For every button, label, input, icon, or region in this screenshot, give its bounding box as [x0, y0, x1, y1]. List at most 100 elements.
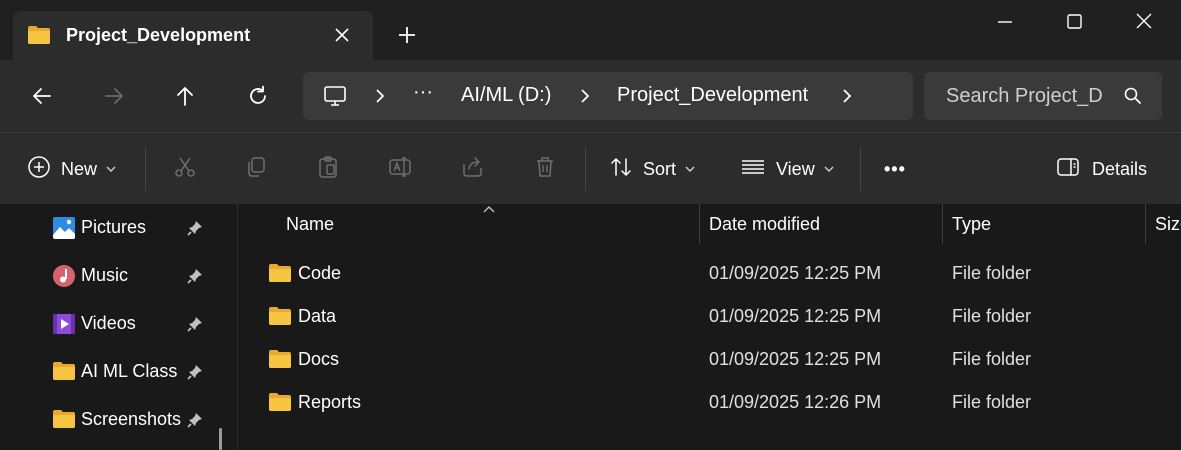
toolbar-divider	[145, 147, 146, 191]
sort-icon	[609, 155, 633, 184]
details-button[interactable]: Details	[1056, 133, 1147, 205]
sidebar-item-ai-ml-class[interactable]: AI ML Class	[0, 348, 236, 396]
sort-label: Sort	[643, 158, 677, 179]
pin-icon[interactable]	[186, 363, 204, 381]
file-name: Code	[298, 263, 342, 283]
pin-icon[interactable]	[186, 411, 204, 429]
close-tab-icon[interactable]	[331, 24, 353, 46]
column-header-date-modified[interactable]: Date modified	[709, 204, 820, 244]
sidebar-item-label: Music	[81, 265, 129, 285]
videos-icon	[52, 312, 76, 336]
clipboard-icon	[316, 155, 340, 184]
folder-icon	[52, 360, 76, 384]
trash-icon	[533, 155, 557, 184]
cut-button[interactable]	[173, 133, 197, 205]
sidebar-item-pictures[interactable]: Pictures	[0, 204, 236, 252]
new-button[interactable]: New	[27, 133, 117, 205]
chevron-right-icon[interactable]	[578, 86, 592, 111]
plus-icon[interactable]	[396, 24, 418, 46]
chevron-down-icon	[105, 160, 117, 178]
column-divider[interactable]	[699, 204, 700, 244]
file-type: File folder	[952, 349, 1032, 369]
close-window-icon[interactable]	[1130, 10, 1158, 34]
sidebar-item-label: AI ML Class	[81, 361, 178, 381]
search-icon[interactable]	[1123, 86, 1143, 111]
music-icon	[52, 264, 76, 288]
add-circle-icon	[27, 155, 51, 184]
title-bar: Project_Development	[0, 0, 1181, 60]
table-row[interactable]: Reports 01/09/2025 12:26 PM File folder	[238, 382, 1181, 425]
toolbar-divider	[585, 147, 586, 191]
file-name: Reports	[298, 392, 362, 412]
forward-arrow-icon[interactable]	[102, 84, 126, 108]
share-icon	[461, 155, 485, 184]
tab-project-development[interactable]: Project_Development	[13, 11, 373, 60]
delete-button[interactable]	[533, 133, 557, 205]
sidebar-item-videos[interactable]: Videos	[0, 300, 236, 348]
command-bar: New Sort View ••• Details	[0, 132, 1181, 204]
file-list: Name Date modified Type Size Code 01/09/…	[238, 204, 1181, 450]
pin-icon[interactable]	[186, 267, 204, 285]
folder-icon	[268, 349, 292, 374]
file-type: File folder	[952, 392, 1032, 412]
copy-icon	[244, 155, 268, 184]
sort-button[interactable]: Sort	[609, 133, 696, 205]
minimize-icon[interactable]	[991, 10, 1019, 34]
copy-button[interactable]	[244, 133, 268, 205]
rename-button[interactable]	[388, 133, 414, 205]
tab-title: Project_Development	[66, 25, 251, 45]
see-more-button[interactable]: •••	[884, 133, 906, 205]
search-input[interactable]: Search Project_D	[924, 72, 1162, 120]
this-pc-icon[interactable]	[323, 84, 347, 113]
navigation-bar: ··· AI/ML (D:) Project_Development Searc…	[0, 60, 1181, 132]
chevron-down-icon	[684, 160, 696, 178]
pictures-icon	[52, 216, 76, 240]
sidebar-scrollbar[interactable]	[219, 428, 222, 450]
sidebar-item-label: Pictures	[81, 217, 147, 237]
folder-icon	[268, 392, 292, 417]
up-arrow-icon[interactable]	[173, 84, 197, 108]
file-name: Data	[298, 306, 337, 326]
column-divider[interactable]	[942, 204, 943, 244]
file-date: 01/09/2025 12:25 PM	[709, 263, 882, 283]
view-button[interactable]: View	[740, 133, 835, 205]
sort-ascending-icon	[482, 204, 496, 220]
table-row[interactable]: Docs 01/09/2025 12:25 PM File folder	[238, 339, 1181, 382]
rename-icon	[388, 155, 414, 184]
toolbar-divider	[860, 147, 861, 191]
chevron-down-icon	[823, 160, 835, 178]
column-divider[interactable]	[1145, 204, 1146, 244]
list-view-icon	[740, 155, 766, 184]
chevron-right-icon[interactable]	[373, 86, 387, 111]
sidebar-item-screenshots[interactable]: Screenshots	[0, 396, 236, 444]
chevron-right-icon[interactable]	[840, 86, 854, 111]
address-bar[interactable]: ··· AI/ML (D:) Project_Development	[303, 72, 913, 120]
refresh-icon[interactable]	[246, 84, 270, 108]
table-row[interactable]: Code 01/09/2025 12:25 PM File folder	[238, 253, 1181, 296]
sidebar-item-music[interactable]: Music	[0, 252, 236, 300]
folder-icon	[52, 408, 76, 432]
column-header-size[interactable]: Size	[1155, 204, 1181, 244]
column-header-name[interactable]: Name	[286, 204, 334, 244]
file-date: 01/09/2025 12:26 PM	[709, 392, 882, 412]
file-date: 01/09/2025 12:25 PM	[709, 306, 882, 326]
pin-icon[interactable]	[186, 315, 204, 333]
pin-icon[interactable]	[186, 219, 204, 237]
breadcrumb-ellipsis[interactable]: ···	[413, 81, 433, 104]
file-name: Docs	[298, 349, 340, 369]
sidebar-item-label: Screenshots	[81, 409, 182, 429]
column-header-type[interactable]: Type	[952, 204, 991, 244]
breadcrumb-drive[interactable]: AI/ML (D:)	[461, 84, 551, 107]
folder-icon	[268, 263, 292, 288]
maximize-icon[interactable]	[1060, 10, 1088, 34]
view-label: View	[776, 158, 815, 179]
table-row[interactable]: Data 01/09/2025 12:25 PM File folder	[238, 296, 1181, 339]
scissors-icon	[173, 155, 197, 184]
back-arrow-icon[interactable]	[30, 84, 54, 108]
folder-icon	[27, 25, 51, 50]
share-button[interactable]	[461, 133, 485, 205]
file-type: File folder	[952, 263, 1032, 283]
breadcrumb-project-development[interactable]: Project_Development	[617, 84, 808, 107]
navigation-pane: Pictures Music Videos AI ML Class Screen…	[0, 204, 238, 450]
paste-button[interactable]	[316, 133, 340, 205]
